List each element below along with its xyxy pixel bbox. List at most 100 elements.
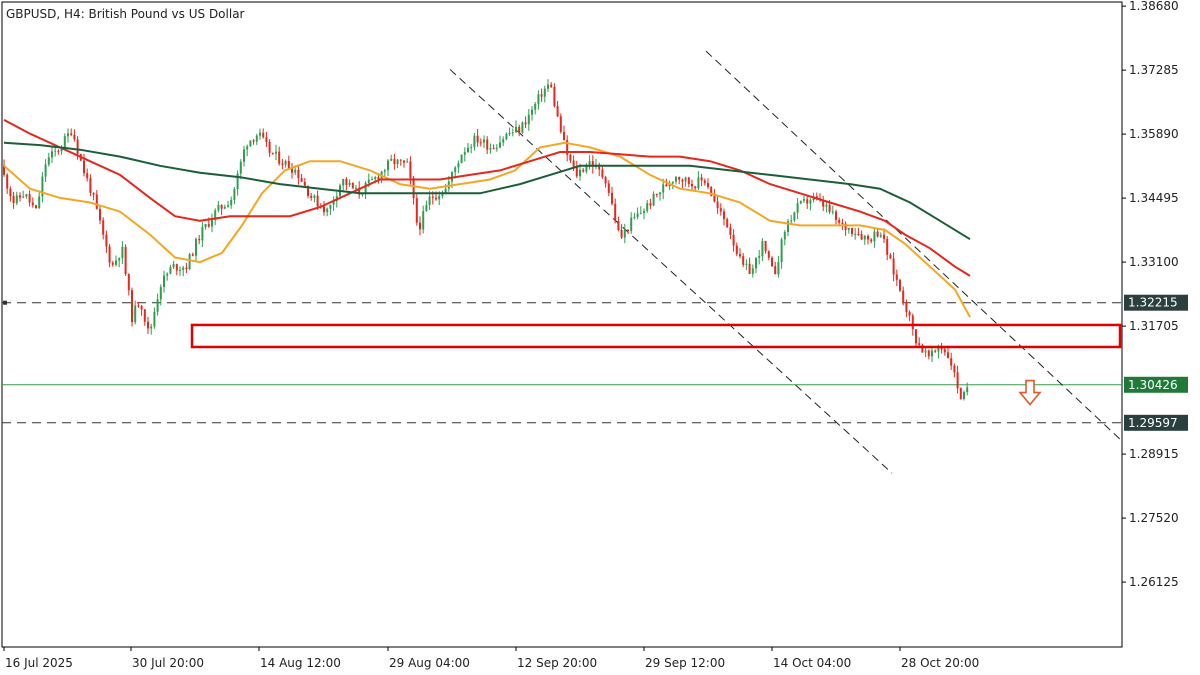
candle-body [633,216,636,218]
candle-body [227,205,229,207]
price-tick-label: 1.26125 [1129,575,1179,589]
candle-body [38,196,41,209]
candle-body [105,234,108,247]
candle-body [406,161,409,163]
candle-body [527,114,530,125]
candle-body [723,211,725,220]
candle-body [540,94,543,97]
time-tick-label: 12 Sep 20:00 [517,656,597,670]
candle-body [761,240,764,257]
price-tick-label: 1.31705 [1129,319,1179,333]
candle-body [28,194,31,203]
candle-body [223,206,226,209]
candle-body [19,195,21,198]
candle-body [479,142,482,144]
candle-body [143,309,146,322]
candle-body [316,195,319,207]
candle-body [35,205,37,209]
candle-body [268,141,271,153]
candle-body [239,161,242,174]
candle-body [553,87,556,107]
candle-body [790,220,793,222]
candle-body [559,116,562,132]
time-tick-label: 30 Jul 20:00 [132,656,204,670]
candle-body [835,211,837,220]
candle-body [803,199,805,201]
candle-body [582,169,585,172]
candle-body [271,152,274,154]
candle-body [435,197,437,200]
candle-body [636,213,639,217]
time-tick-label: 14 Oct 04:00 [773,656,851,670]
candle-body [883,234,885,239]
candle-body [259,132,261,136]
candle-body [902,290,905,303]
price-tag-label: 1.30426 [1128,378,1178,392]
candle-body [870,239,873,242]
candle-body [575,166,578,177]
candle-body [662,184,665,193]
candle-body [300,178,303,182]
candle-body [579,169,581,177]
candle-body [275,151,277,154]
price-tick-label: 1.27520 [1129,511,1179,525]
candle-body [454,167,457,173]
candle-body [303,181,306,186]
candle-body [748,263,751,274]
price-tag-label: 1.29597 [1128,416,1178,430]
candle-body [793,212,796,221]
candle-body [111,262,114,265]
candle-body [438,195,441,200]
candle-body [63,136,66,148]
candle-body [959,388,962,399]
candle-body [918,343,921,345]
candle-body [246,146,249,150]
candle-body [719,208,722,212]
candle-body [102,220,105,235]
candle-body [499,142,501,148]
candle-body [25,194,28,197]
candle-body [742,256,745,265]
candle-body [707,183,709,188]
candle-body [83,160,85,174]
candle-body [639,212,642,214]
candle-body [281,163,284,165]
candle-body [671,181,674,184]
price-tick-label: 1.33100 [1129,255,1179,269]
candle-body [697,177,700,189]
candle-body [108,246,111,263]
candle-body [751,268,754,274]
candle-body [412,178,415,199]
candle-body [86,173,89,179]
candle-body [467,147,469,153]
candle-body [630,217,633,232]
candle-body [220,204,223,209]
candle-body [655,193,658,195]
candle-body [185,267,188,270]
candle-body [419,222,421,230]
candle-body [700,177,703,181]
candle-body [556,106,559,117]
candle-body [121,246,124,259]
candle-body [153,311,156,327]
candle-body [924,350,927,353]
time-tick-label: 29 Aug 04:00 [389,656,470,670]
candle-body [703,180,706,184]
candle-body [854,233,857,235]
candle-body [847,228,850,230]
candle-body [323,206,325,213]
candle-body [739,254,741,257]
candle-body [118,258,121,261]
candle-body [70,133,73,135]
candle-body [518,126,521,133]
candle-body [345,178,348,185]
candle-body [163,275,165,288]
candle-body [92,192,95,195]
candle-body [463,152,466,155]
candle-body [294,169,297,173]
candle-body [767,251,770,258]
candle-body [687,177,690,184]
candle-body [563,131,565,141]
candle-body [483,139,485,143]
candle-body [169,267,172,274]
